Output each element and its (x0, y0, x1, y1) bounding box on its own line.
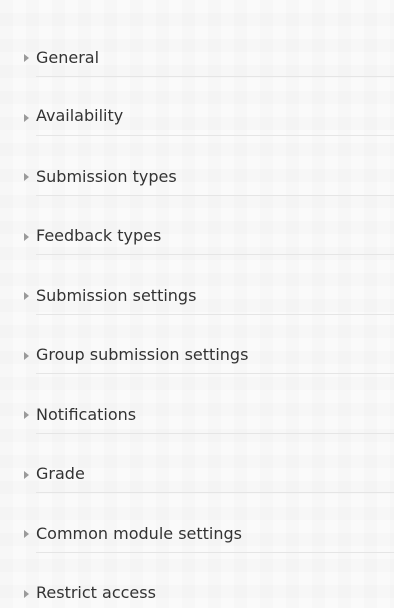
expand-arrow-icon[interactable] (24, 530, 29, 538)
expand-arrow-icon[interactable] (24, 411, 29, 419)
section-divider (36, 433, 394, 434)
expand-arrow-icon[interactable] (24, 352, 29, 360)
expand-arrow-icon[interactable] (24, 54, 29, 62)
section-submission-settings[interactable]: Submission settings (0, 266, 394, 325)
expand-arrow-icon[interactable] (24, 590, 29, 598)
section-submission-types-label[interactable]: Submission types (36, 167, 177, 187)
section-common-module-settings-label[interactable]: Common module settings (36, 524, 242, 544)
expand-arrow-icon[interactable] (24, 114, 29, 122)
section-feedback-types-label[interactable]: Feedback types (36, 226, 161, 246)
section-submission-settings-label[interactable]: Submission settings (36, 286, 196, 306)
section-feedback-types[interactable]: Feedback types (0, 207, 394, 266)
expand-arrow-icon[interactable] (24, 173, 29, 181)
section-grade-label[interactable]: Grade (36, 464, 85, 484)
section-divider (36, 373, 394, 374)
section-group-submission-settings[interactable]: Group submission settings (0, 326, 394, 385)
section-divider (36, 195, 394, 196)
section-availability-label[interactable]: Availability (36, 106, 123, 126)
section-group-submission-settings-label[interactable]: Group submission settings (36, 345, 248, 365)
section-grade[interactable]: Grade (0, 445, 394, 504)
expand-arrow-icon[interactable] (24, 292, 29, 300)
section-general[interactable]: General (0, 28, 394, 87)
section-divider (36, 254, 394, 255)
section-common-module-settings[interactable]: Common module settings (0, 504, 394, 563)
section-availability[interactable]: Availability (0, 88, 394, 147)
section-divider (36, 492, 394, 493)
section-divider (36, 135, 394, 136)
section-divider (36, 76, 394, 77)
settings-form-panel: General Availability Submission types Fe… (0, 0, 394, 608)
expand-arrow-icon[interactable] (24, 471, 29, 479)
section-restrict-access[interactable]: Restrict access (0, 564, 394, 608)
section-restrict-access-label[interactable]: Restrict access (36, 583, 156, 603)
section-notifications-label[interactable]: Notifications (36, 405, 136, 425)
section-submission-types[interactable]: Submission types (0, 147, 394, 206)
section-notifications[interactable]: Notifications (0, 385, 394, 444)
section-divider (36, 314, 394, 315)
section-general-label[interactable]: General (36, 48, 99, 68)
expand-arrow-icon[interactable] (24, 233, 29, 241)
section-divider (36, 552, 394, 553)
